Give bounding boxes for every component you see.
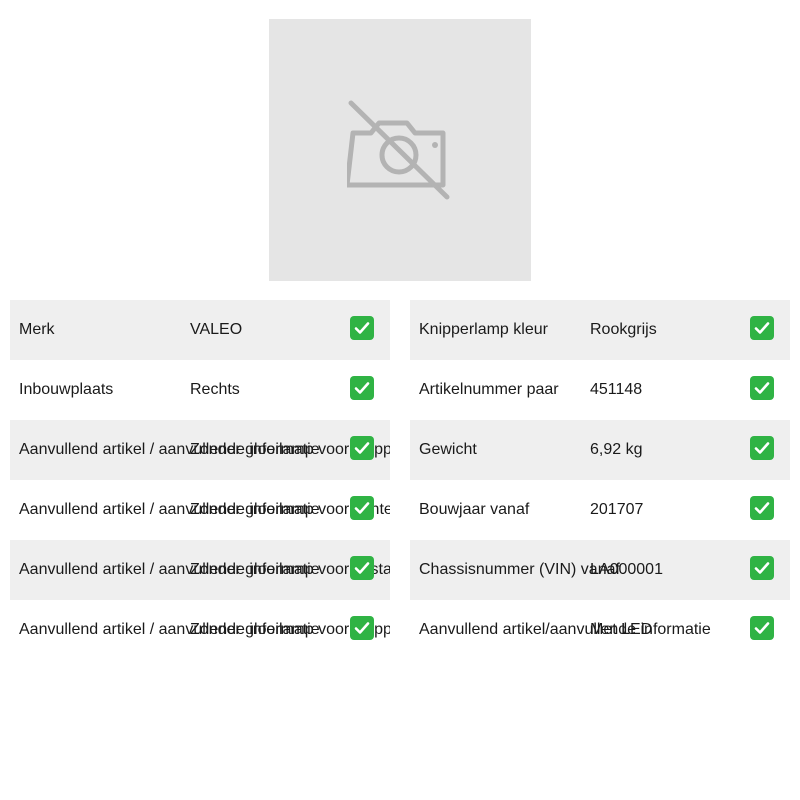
table-row: Bouwjaar vanaf 201707 (410, 480, 790, 540)
table-row: Aanvullend artikel / aanvullende informa… (10, 540, 390, 600)
check-mark-icon (750, 496, 774, 520)
table-row: Aanvullend artikel / aanvullende informa… (10, 480, 390, 540)
check-mark-icon (750, 316, 774, 340)
spec-value: LA000001 (590, 561, 663, 578)
spec-label: Knipperlamp kleur (419, 321, 548, 338)
product-image-placeholder (269, 19, 531, 281)
table-row: Chassisnummer (VIN) vanaf LA000001 (410, 540, 790, 600)
check-mark-icon (750, 616, 774, 640)
check-mark-icon (350, 316, 374, 340)
table-row: Inbouwplaats Rechts (10, 360, 390, 420)
table-row: Aanvullend artikel / aanvullende informa… (10, 420, 390, 480)
check-mark-icon (750, 376, 774, 400)
spec-value: 6,92 kg (590, 441, 643, 458)
table-row: Artikelnummer paar 451148 (410, 360, 790, 420)
no-camera-icon (347, 100, 450, 200)
spec-label: Aanvullend artikel/aanvullende informati… (419, 621, 711, 638)
spec-value: VALEO (190, 321, 243, 338)
spec-value: Rookgrijs (590, 321, 657, 338)
table-row: Gewicht 6,92 kg (410, 420, 790, 480)
spec-table-right: Knipperlamp kleur Rookgrijs Artikelnumme… (410, 300, 790, 660)
spec-label: Inbouwplaats (19, 381, 114, 398)
check-mark-icon (350, 496, 374, 520)
spec-value: Rechts (190, 381, 240, 398)
check-mark-icon (750, 556, 774, 580)
spec-value: 451148 (590, 381, 643, 398)
spec-label: Artikelnummer paar (419, 381, 559, 398)
check-mark-icon (350, 376, 374, 400)
spec-value: 201707 (590, 501, 644, 518)
check-mark-icon (350, 556, 374, 580)
table-row: Merk VALEO (10, 300, 390, 360)
check-mark-icon (350, 616, 374, 640)
spec-table-left: Merk VALEO Inbouwplaats Rechts Aanvullen… (10, 300, 390, 660)
spec-value: Met LED (590, 621, 653, 638)
spec-label: Bouwjaar vanaf (419, 501, 530, 518)
table-row: Aanvullend artikel / aanvullende informa… (10, 600, 390, 660)
spec-label: Merk (19, 321, 55, 338)
spec-label: Gewicht (419, 441, 477, 458)
table-row: Knipperlamp kleur Rookgrijs (410, 300, 790, 360)
check-mark-icon (750, 436, 774, 460)
check-mark-icon (350, 436, 374, 460)
table-row: Aanvullend artikel/aanvullende informati… (410, 600, 790, 660)
